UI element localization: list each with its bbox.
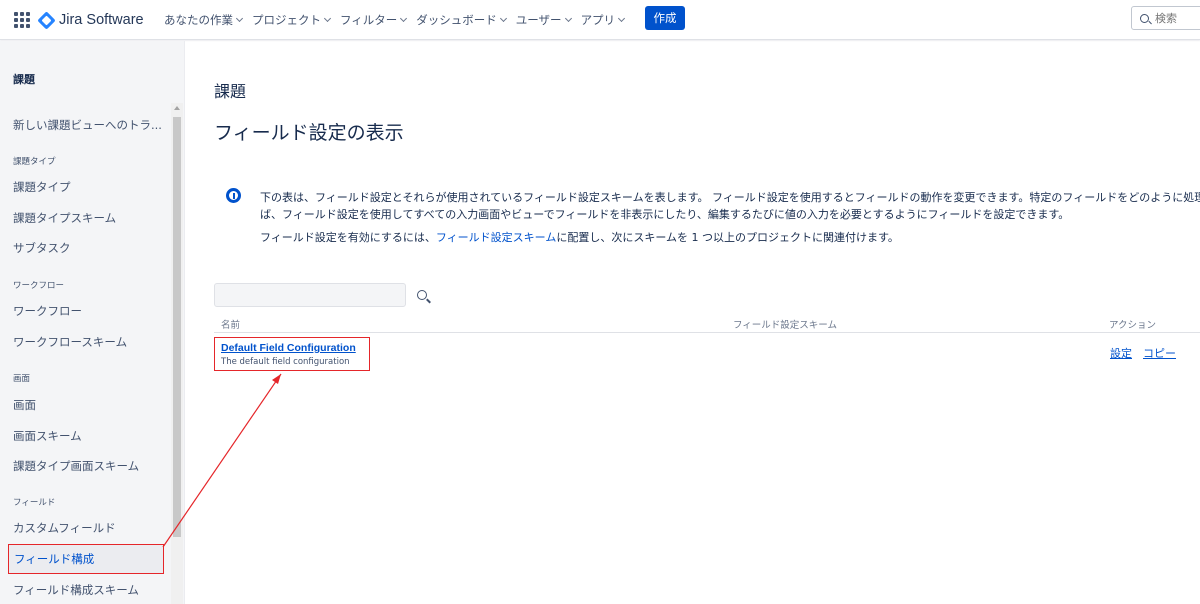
menu-label: アプリ (580, 13, 616, 27)
main-menu: あなたの作業 プロジェクト フィルター ダッシュボード ユーザー アプリ (164, 0, 634, 40)
menu-users[interactable]: ユーザー (515, 12, 572, 28)
sidebar-item-field-configuration-schemes[interactable]: フィールド構成スキーム (13, 582, 139, 598)
sidebar-item-screen-schemes[interactable]: 画面スキーム (13, 428, 82, 444)
sidebar-section-fields: フィールド (13, 498, 56, 508)
configure-link[interactable]: 設定 (1110, 345, 1132, 361)
chevron-down-icon (323, 14, 332, 23)
sidebar-item-field-configurations[interactable]: フィールド構成 (8, 544, 164, 574)
field-config-scheme-link[interactable]: フィールド設定スキーム (436, 231, 556, 244)
sidebar-section-screens: 画面 (13, 374, 31, 384)
copy-link[interactable]: コピー (1143, 345, 1176, 361)
table-header-divider (214, 332, 1200, 333)
info-line-1b: ば、フィールド設定を使用してすべての入力画面やビューでフィールドを非表示にしたり… (260, 208, 1070, 221)
filter-input[interactable] (214, 283, 406, 307)
menu-your-work[interactable]: あなたの作業 (164, 12, 244, 28)
info-line-2-prefix: フィールド設定を有効にするには、 (260, 231, 436, 244)
sidebar-scrollbar[interactable] (171, 103, 183, 604)
create-button[interactable]: 作成 (645, 6, 685, 30)
sidebar-section-issue-types: 課題タイプ (13, 157, 56, 167)
sidebar-item-issue-type-schemes[interactable]: 課題タイプスキーム (13, 210, 116, 226)
menu-label: あなたの作業 (164, 13, 233, 27)
app-switcher-icon[interactable] (14, 12, 30, 28)
column-header-actions: アクション (1109, 320, 1157, 331)
search-input[interactable] (1155, 11, 1200, 25)
menu-label: ユーザー (515, 13, 562, 27)
sidebar-item-screens[interactable]: 画面 (13, 397, 36, 413)
sidebar-item-workflows[interactable]: ワークフロー (13, 303, 82, 319)
sidebar-title: 課題 (13, 73, 35, 86)
sidebar-item-new-issue-view[interactable]: 新しい課題ビューへのトラ... (13, 117, 162, 133)
section-heading: 課題 (214, 82, 247, 101)
info-line-2: フィールド設定を有効にするには、フィールド設定スキームに配置し、次にスキームを … (260, 229, 899, 245)
scroll-up-arrow-icon[interactable] (174, 106, 180, 110)
field-config-name-link[interactable]: Default Field Configuration (221, 342, 356, 354)
page-title: フィールド設定の表示 (214, 122, 404, 144)
annotation-arrow-head (272, 374, 281, 384)
admin-sidebar: 課題 新しい課題ビューへのトラ... 課題タイプ 課題タイプ 課題タイプスキーム… (0, 41, 185, 604)
chevron-down-icon (564, 14, 572, 23)
menu-label: フィルター (340, 13, 398, 27)
menu-projects[interactable]: プロジェクト (252, 12, 332, 28)
column-header-name: 名前 (221, 320, 241, 331)
menu-dashboards[interactable]: ダッシュボード (416, 12, 507, 28)
info-icon (226, 188, 241, 203)
menu-apps[interactable]: アプリ (580, 12, 626, 28)
jira-diamond-icon (37, 10, 56, 30)
chevron-down-icon (618, 14, 626, 23)
jira-logo[interactable]: Jira Software (37, 10, 144, 30)
chevron-down-icon (499, 14, 507, 23)
global-search[interactable] (1131, 6, 1200, 30)
field-config-description: The default field configuration (221, 357, 350, 367)
logo-text: Jira Software (59, 12, 144, 28)
info-line-2-suffix: に配置し、次にスキームを 1 つ以上のプロジェクトに関連付けます。 (556, 231, 899, 244)
search-icon[interactable] (417, 290, 427, 300)
sidebar-item-workflow-schemes[interactable]: ワークフロースキーム (13, 334, 127, 350)
search-icon (1140, 13, 1149, 23)
sidebar-item-issue-types[interactable]: 課題タイプ (13, 179, 71, 195)
scroll-thumb[interactable] (173, 117, 181, 537)
menu-label: プロジェクト (252, 13, 321, 27)
sidebar-section-workflows: ワークフロー (13, 281, 65, 291)
info-line-1: 下の表は、フィールド設定とそれらが使用されているフィールド設定スキームを表します… (260, 191, 1200, 204)
chevron-down-icon (400, 14, 408, 23)
info-description: 下の表は、フィールド設定とそれらが使用されているフィールド設定スキームを表します… (260, 189, 1200, 223)
top-navigation: Jira Software あなたの作業 プロジェクト フィルター ダッシュボー… (0, 0, 1200, 40)
chevron-down-icon (235, 14, 244, 23)
menu-filters[interactable]: フィルター (340, 12, 408, 28)
column-header-scheme: フィールド設定スキーム (733, 320, 838, 331)
sidebar-item-issue-type-screen-schemes[interactable]: 課題タイプ画面スキーム (13, 458, 139, 474)
sidebar-item-custom-fields[interactable]: カスタムフィールド (13, 520, 116, 536)
sidebar-item-subtasks[interactable]: サブタスク (13, 240, 71, 256)
menu-label: ダッシュボード (416, 13, 497, 27)
